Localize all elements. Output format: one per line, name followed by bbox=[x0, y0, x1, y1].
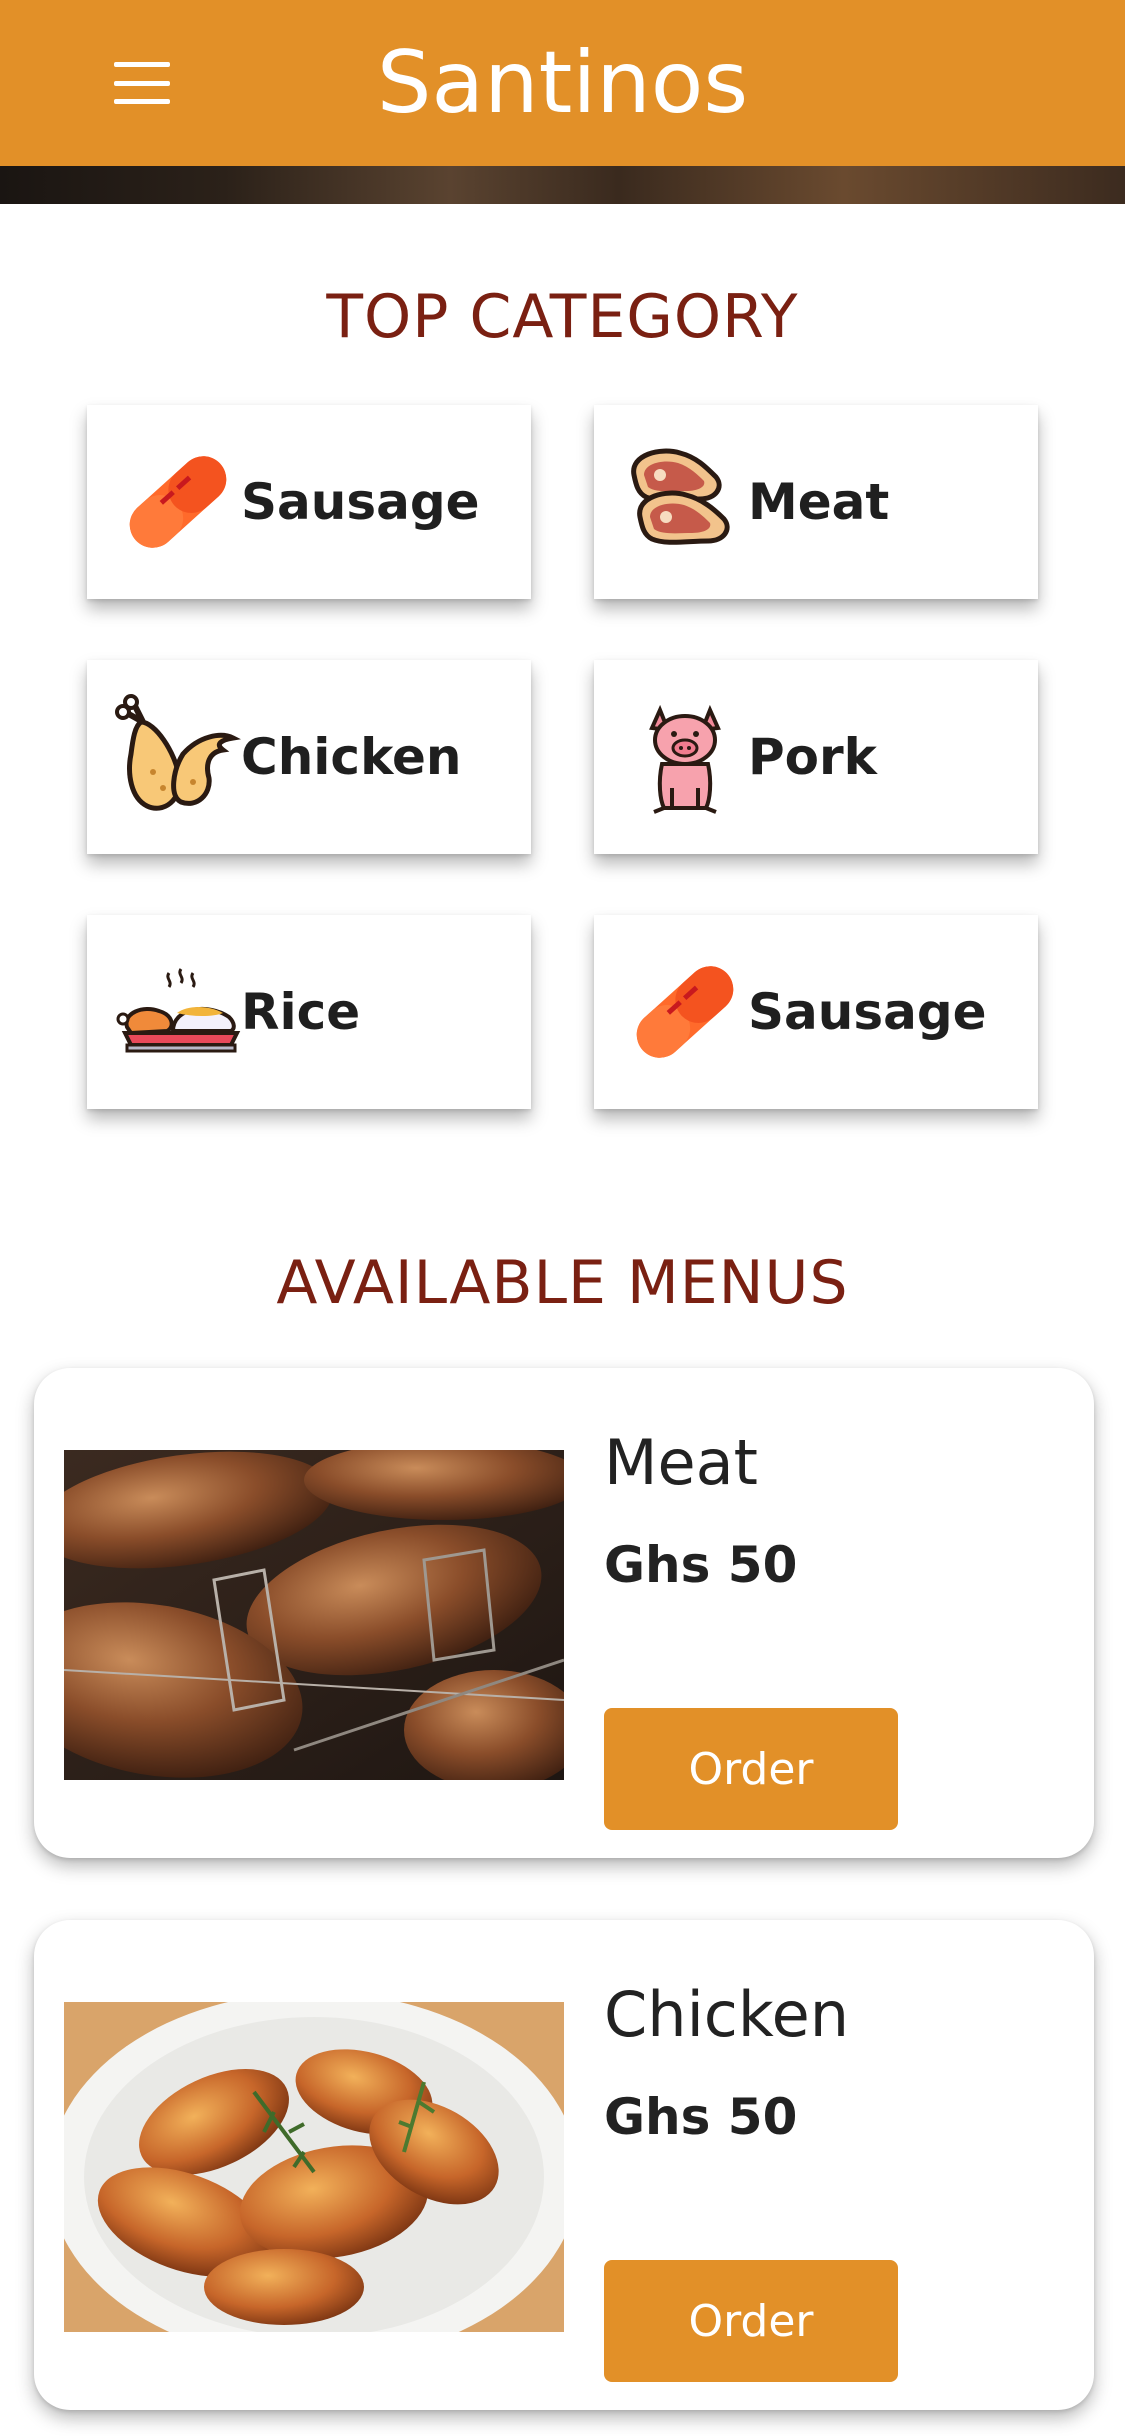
hero-banner-strip bbox=[0, 166, 1125, 204]
category-card-sausage[interactable]: Sausage bbox=[87, 405, 531, 599]
menu-card-meat: Meat Ghs 50 Order bbox=[34, 1368, 1094, 1858]
category-label: Rice bbox=[241, 983, 361, 1041]
category-label: Pork bbox=[748, 728, 877, 786]
category-card-sausage-2[interactable]: Sausage bbox=[594, 915, 1038, 1109]
app-title: Santinos bbox=[376, 33, 749, 133]
top-category-title: TOP CATEGORY bbox=[326, 282, 799, 352]
chicken-leg-icon bbox=[113, 692, 243, 822]
category-label: Chicken bbox=[241, 728, 462, 786]
rice-plate-icon bbox=[113, 947, 243, 1077]
category-card-chicken[interactable]: Chicken bbox=[87, 660, 531, 854]
category-card-pork[interactable]: Pork bbox=[594, 660, 1038, 854]
steak-icon bbox=[620, 437, 750, 567]
category-label: Meat bbox=[748, 473, 890, 531]
grilled-meat-photo bbox=[64, 1450, 564, 1780]
category-card-meat[interactable]: Meat bbox=[594, 405, 1038, 599]
category-label: Sausage bbox=[241, 473, 480, 531]
menu-item-price: Ghs 50 bbox=[604, 1536, 798, 1594]
menu-item-price: Ghs 50 bbox=[604, 2088, 798, 2146]
menu-item-name: Chicken bbox=[604, 1978, 850, 2051]
order-button-chicken[interactable]: Order bbox=[604, 2260, 898, 2382]
chicken-wings-photo bbox=[64, 2002, 564, 2332]
pig-icon bbox=[620, 692, 750, 822]
app-header: Santinos bbox=[0, 0, 1125, 166]
category-label: Sausage bbox=[748, 983, 987, 1041]
category-card-rice[interactable]: Rice bbox=[87, 915, 531, 1109]
sausage-icon bbox=[113, 437, 243, 567]
app-screen: Santinos TOP CATEGORY Sausage Meat Chick… bbox=[0, 0, 1125, 2436]
sausage-icon bbox=[620, 947, 750, 1077]
menu-card-chicken: Chicken Ghs 50 Order bbox=[34, 1920, 1094, 2410]
menu-item-name: Meat bbox=[604, 1426, 758, 1499]
order-button-meat[interactable]: Order bbox=[604, 1708, 898, 1830]
available-menus-title: AVAILABLE MENUS bbox=[276, 1248, 849, 1318]
hamburger-menu-icon[interactable] bbox=[108, 58, 176, 108]
